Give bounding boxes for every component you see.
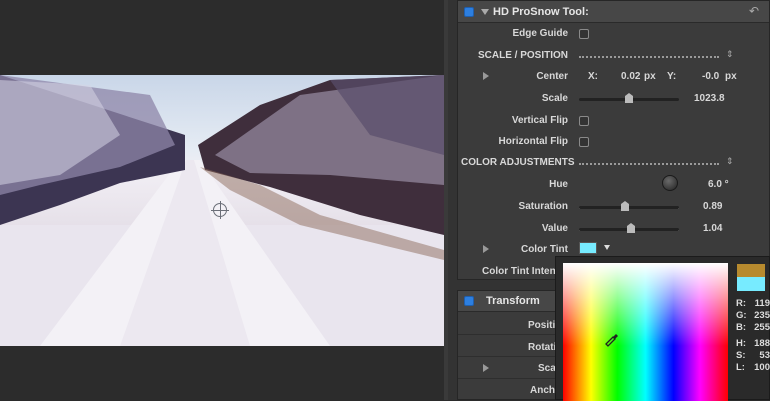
section-divider [579,56,719,58]
edge-guide-checkbox[interactable] [579,29,589,39]
disclosure-down-icon[interactable] [481,9,489,15]
color-tint-intensity-label: Color Tint Intens [482,266,562,277]
center-label: Center [536,71,568,82]
color-adjustments-heading: COLOR ADJUSTMENTS [461,157,575,168]
color-tint-disclosure-icon[interactable] [483,245,489,253]
saturation-slider-thumb[interactable] [621,201,629,211]
stepper-icon[interactable]: ⇕ [726,156,734,167]
color-picker-popover[interactable]: R: 119 G: 235 B: 255 H: 188 S: 53 L: 100 [555,256,770,401]
g-value[interactable]: 235 [754,310,770,321]
effect-panel: HD ProSnow Tool: ↶ Edge Guide SCALE / PO… [457,0,770,280]
value-label: Value [541,223,568,234]
transform-scale-label: Sca [538,363,556,374]
color-spectrum-field[interactable] [563,263,728,401]
anchor-label: Anch [530,385,555,396]
stepper-icon[interactable]: ⇕ [726,49,734,60]
color-tint-swatch[interactable] [579,242,597,254]
transform-title: Transform [486,295,540,307]
previous-color-swatch[interactable] [737,264,765,277]
transform-enable-checkbox[interactable] [464,296,474,306]
center-x-unit: px [644,71,656,82]
current-color-swatch [737,277,765,291]
vertical-flip-label: Vertical Flip [511,115,568,126]
center-disclosure-icon[interactable] [483,72,489,80]
h-label: H: [736,338,747,349]
center-y-value[interactable]: -0.0 [702,71,719,82]
scale-slider-thumb[interactable] [625,93,633,103]
g-label: G: [736,310,747,321]
center-crosshair-icon[interactable] [211,201,229,219]
canvas-viewer[interactable] [0,0,448,400]
video-frame[interactable] [0,75,444,346]
scale-disclosure-icon[interactable] [483,364,489,372]
saturation-label: Saturation [518,201,568,212]
color-tint-label: Color Tint [520,244,568,255]
center-y-label: Y: [667,71,677,82]
color-tint-dropdown-icon[interactable] [604,245,610,250]
eyedropper-icon[interactable] [603,329,621,347]
edge-guide-label: Edge Guide [512,28,568,39]
l-label: L: [736,362,745,373]
scale-label: Scale [541,93,568,104]
s-value[interactable]: 53 [759,350,770,361]
effect-header[interactable]: HD ProSnow Tool: ↶ [458,1,769,23]
section-divider [579,163,719,165]
center-x-label: X: [588,71,598,82]
vertical-flip-checkbox[interactable] [579,116,589,126]
reset-icon[interactable]: ↶ [749,4,759,18]
hue-dial[interactable] [662,175,678,191]
scale-position-heading: SCALE / POSITION [477,50,568,61]
r-value[interactable]: 119 [755,298,770,309]
b-label: B: [736,322,747,333]
scale-value[interactable]: 1023.8 [694,93,725,104]
h-value[interactable]: 188 [754,338,770,349]
saturation-slider[interactable] [579,206,679,209]
hue-label: Hue [549,179,568,190]
position-label: Positi [528,320,556,331]
rotation-label: Rotati [528,342,557,353]
center-y-unit: px [725,71,737,82]
effect-title: HD ProSnow Tool: [493,6,589,18]
saturation-value[interactable]: 0.89 [703,201,722,212]
value-slider-thumb[interactable] [627,223,635,233]
value-value[interactable]: 1.04 [703,223,722,234]
b-value[interactable]: 255 [754,322,770,333]
r-label: R: [736,298,747,309]
s-label: S: [736,350,746,361]
horizontal-flip-label: Horizontal Flip [498,136,568,147]
effect-enable-checkbox[interactable] [464,7,474,17]
hue-value[interactable]: 6.0 ° [708,179,729,190]
center-x-value[interactable]: 0.02 [621,71,640,82]
horizontal-flip-checkbox[interactable] [579,137,589,147]
l-value[interactable]: 100 [754,362,770,373]
